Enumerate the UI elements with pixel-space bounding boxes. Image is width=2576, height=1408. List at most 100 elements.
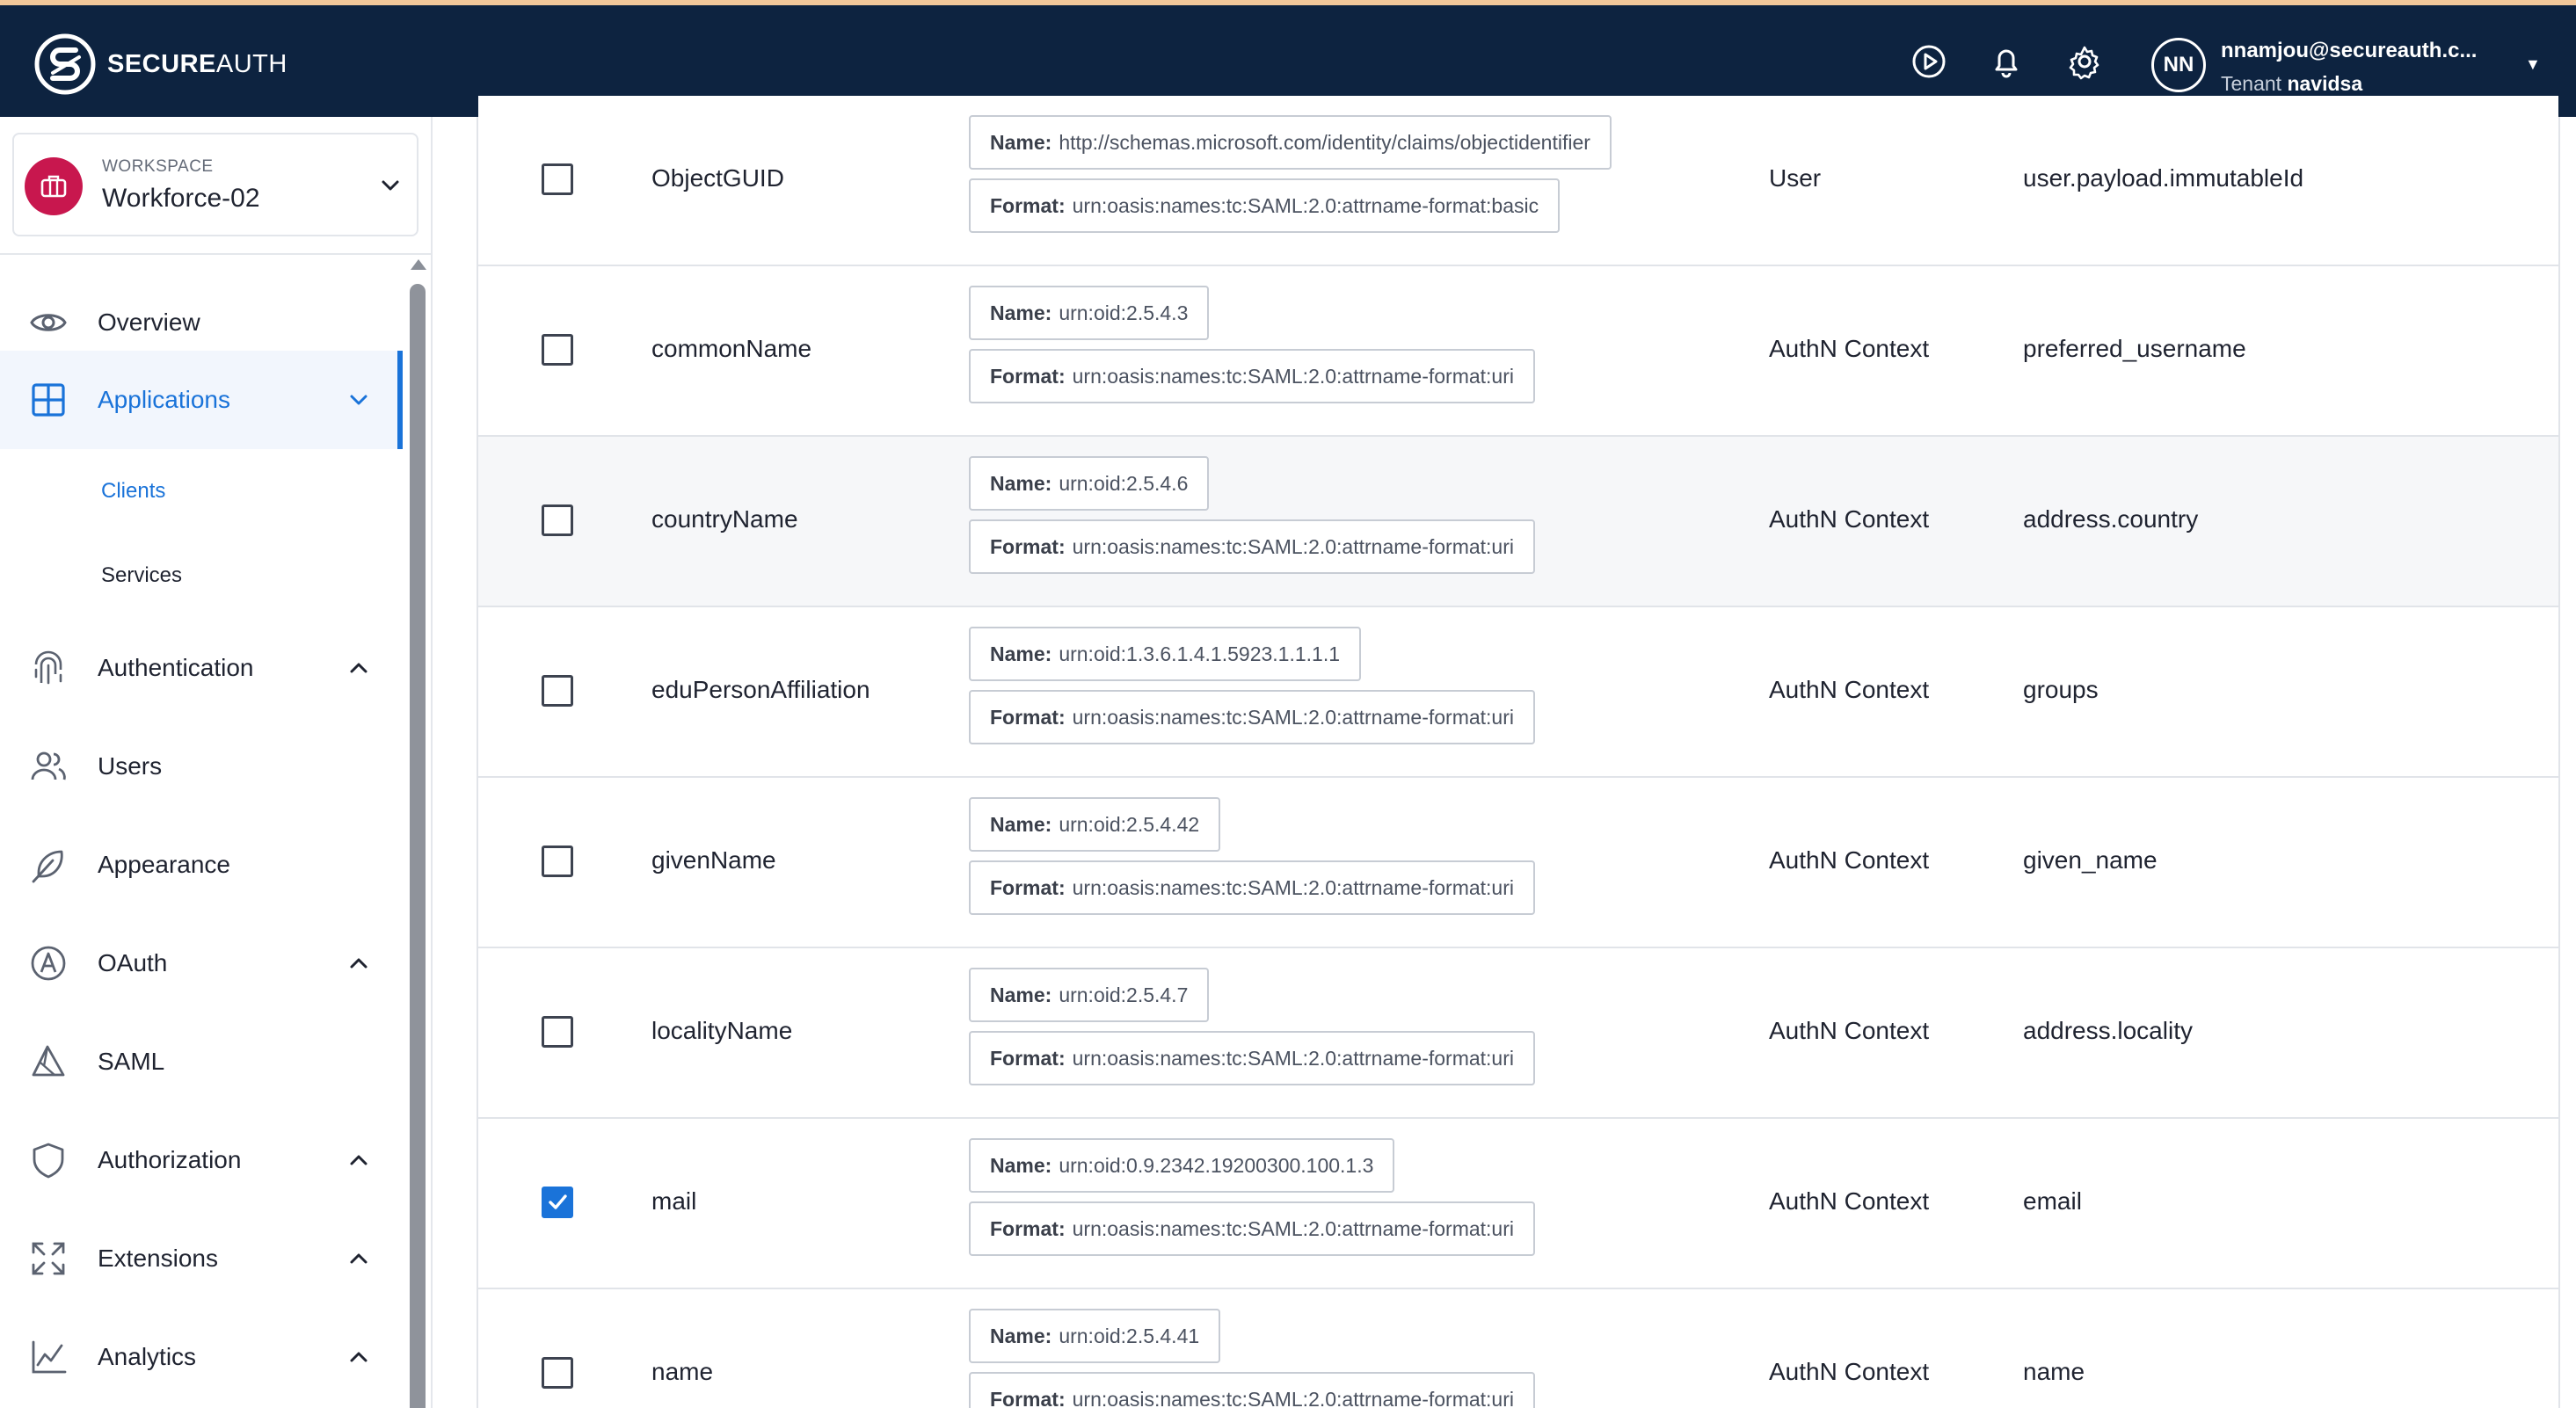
saml-name-tag: Name: urn:oid:2.5.4.42	[969, 797, 1221, 852]
attribute-name: givenName	[651, 846, 776, 874]
bell-icon[interactable]	[1987, 42, 2026, 81]
sidebar-divider	[0, 253, 431, 255]
attribute-mapping-table: ObjectGUID Name: http://schemas.microsoft…	[477, 96, 2560, 1408]
sidebar-subitem-clients[interactable]: Clients	[101, 479, 165, 504]
sidebar-item-label: Appearance	[98, 851, 231, 878]
sidebar-item-label: Users	[98, 752, 163, 780]
sidebar: WORKSPACE Workforce-02 Overview Applicat…	[0, 117, 433, 1408]
table-row: name Name: urn:oid:2.5.4.41 Format: urn:oa…	[478, 1289, 2558, 1408]
sidebar-item-users[interactable]: Users	[0, 717, 403, 816]
row-checkbox[interactable]	[542, 504, 573, 536]
attribute-source: AuthN Context	[1769, 1187, 1930, 1215]
chevron-up-icon[interactable]	[345, 1245, 373, 1273]
chevron-down-icon	[382, 180, 399, 191]
saml-name-tag: Name: urn:oid:1.3.6.1.4.1.5923.1.1.1.1	[969, 627, 1362, 681]
sidebar-subitem-services[interactable]: Services	[101, 563, 182, 588]
sidebar-item-label: SAML	[98, 1048, 165, 1075]
table-row: givenName Name: urn:oid:2.5.4.42 Format: u…	[478, 778, 2558, 948]
sidebar-item-label: Analytics	[98, 1343, 197, 1370]
attribute-name: name	[651, 1358, 714, 1385]
saml-format-tag: Format: urn:oasis:names:tc:SAML:2.0:attrn…	[969, 1372, 1535, 1408]
feather-icon	[28, 845, 69, 885]
avatar[interactable]: NN	[2151, 38, 2206, 92]
table-row: ObjectGUID Name: http://schemas.microsoft…	[478, 96, 2558, 266]
fingerprint-icon	[28, 648, 69, 688]
attribute-source: AuthN Context	[1769, 846, 1930, 874]
sidebar-item-authentication[interactable]: Authentication	[0, 619, 403, 717]
eye-icon	[28, 302, 69, 343]
saml-format-tag: Format: urn:oasis:names:tc:SAML:2.0:attrn…	[969, 1201, 1535, 1256]
briefcase-icon	[25, 157, 83, 215]
saml-name-tag: Name: http://schemas.microsoft.com/identi…	[969, 115, 1612, 170]
row-checkbox[interactable]	[542, 334, 573, 366]
chevron-up-icon[interactable]	[345, 949, 373, 977]
sidebar-item-label: Authorization	[98, 1146, 242, 1173]
saml-name-tag: Name: urn:oid:2.5.4.7	[969, 968, 1210, 1022]
attribute-mapping: groups	[2023, 676, 2099, 703]
row-checkbox[interactable]	[542, 163, 573, 195]
gear-icon[interactable]	[2065, 42, 2104, 81]
attribute-name: commonName	[651, 335, 812, 362]
attribute-mapping: address.country	[2023, 505, 2199, 533]
chevron-up-icon[interactable]	[345, 1343, 373, 1371]
attribute-source: AuthN Context	[1769, 335, 1930, 362]
user-email[interactable]: nnamjou@secureauth.c...	[2221, 39, 2477, 63]
saml-name-tag: Name: urn:oid:2.5.4.3	[969, 286, 1210, 340]
table-row: countryName Name: urn:oid:2.5.4.6 Format:…	[478, 437, 2558, 607]
attribute-name: countryName	[651, 505, 798, 533]
attribute-mapping: address.locality	[2023, 1017, 2193, 1044]
users-icon	[28, 746, 69, 787]
sidebar-item-applications[interactable]: Applications	[0, 351, 403, 449]
attribute-mapping: preferred_username	[2023, 335, 2246, 362]
sidebar-item-analytics[interactable]: Analytics	[0, 1308, 403, 1406]
tenant-info: Tenant navidsa	[2221, 72, 2363, 95]
sidebar-item-saml[interactable]: SAML	[0, 1012, 403, 1111]
workspace-name: Workforce-02	[102, 184, 260, 213]
secureauth-logo-icon	[34, 33, 96, 95]
attribute-mapping: user.payload.immutableId	[2023, 164, 2304, 192]
attribute-name: mail	[651, 1187, 697, 1215]
attribute-mapping: email	[2023, 1187, 2082, 1215]
scroll-up-arrow-icon[interactable]	[411, 259, 426, 270]
chevron-up-icon[interactable]	[345, 654, 373, 682]
row-checkbox[interactable]	[542, 1016, 573, 1048]
saml-format-tag: Format: urn:oasis:names:tc:SAML:2.0:attrn…	[969, 349, 1535, 403]
sidebar-item-oauth[interactable]: OAuth	[0, 914, 403, 1012]
sidebar-item-appearance[interactable]: Appearance	[0, 816, 403, 914]
chart-icon	[28, 1337, 69, 1377]
sidebar-scrollbar[interactable]	[410, 284, 426, 1408]
saml-format-tag: Format: urn:oasis:names:tc:SAML:2.0:attrn…	[969, 178, 1561, 233]
table-row: eduPersonAffiliation Name: urn:oid:1.3.6.…	[478, 607, 2558, 778]
attribute-mapping: given_name	[2023, 846, 2158, 874]
attribute-name: eduPersonAffiliation	[651, 676, 870, 703]
play-icon[interactable]	[1910, 42, 1948, 81]
row-checkbox[interactable]	[542, 1357, 573, 1389]
table-row: localityName Name: urn:oid:2.5.4.7 Format…	[478, 948, 2558, 1119]
sidebar-item-label: OAuth	[98, 949, 168, 976]
workspace-label: WORKSPACE	[102, 157, 214, 176]
chevron-up-icon[interactable]	[345, 1146, 373, 1174]
saml-format-tag: Format: urn:oasis:names:tc:SAML:2.0:attrn…	[969, 519, 1535, 574]
saml-icon	[28, 1041, 69, 1082]
attribute-mapping: name	[2023, 1358, 2085, 1385]
workspace-selector[interactable]: WORKSPACE Workforce-02	[12, 133, 418, 236]
attribute-name: localityName	[651, 1017, 793, 1044]
row-checkbox[interactable]	[542, 675, 573, 707]
saml-format-tag: Format: urn:oasis:names:tc:SAML:2.0:attrn…	[969, 860, 1535, 915]
sidebar-item-extensions[interactable]: Extensions	[0, 1209, 403, 1308]
saml-format-tag: Format: urn:oasis:names:tc:SAML:2.0:attrn…	[969, 690, 1535, 744]
sidebar-item-label: Authentication	[98, 654, 254, 681]
active-indicator	[397, 351, 403, 449]
oauth-icon	[28, 943, 69, 983]
brand[interactable]: SECUREAUTH	[33, 32, 287, 97]
grid-icon	[28, 380, 69, 420]
sidebar-item-authorization[interactable]: Authorization	[0, 1111, 403, 1209]
row-checkbox[interactable]	[542, 846, 573, 877]
attribute-source: AuthN Context	[1769, 505, 1930, 533]
main-content: ObjectGUID Name: http://schemas.microsoft…	[433, 96, 2576, 1408]
user-menu-caret-icon[interactable]: ▼	[2525, 55, 2541, 74]
row-checkbox[interactable]	[542, 1187, 573, 1218]
chevron-down-icon[interactable]	[345, 386, 373, 414]
attribute-source: AuthN Context	[1769, 1358, 1930, 1385]
sidebar-item-label: Extensions	[98, 1245, 218, 1272]
